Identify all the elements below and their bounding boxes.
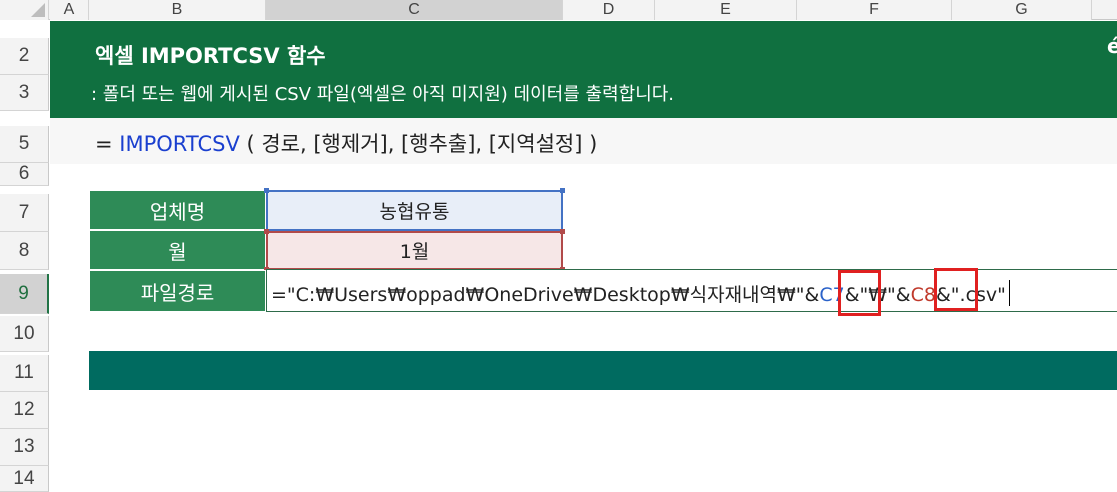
row-header-13[interactable]: 13 xyxy=(0,429,49,466)
decorative-bar xyxy=(89,351,1117,390)
row-header-8[interactable]: 8 xyxy=(0,232,49,270)
syntax-prefix: = xyxy=(95,132,120,156)
row-header-14[interactable]: 14 xyxy=(0,466,49,492)
column-header-b[interactable]: B xyxy=(89,0,266,20)
highlight-box-c8 xyxy=(934,268,978,311)
syntax-function-name: IMPORTCSV xyxy=(119,132,240,156)
function-syntax: = IMPORTCSV ( 경로, [행제거], [행추출], [지역설정] ) xyxy=(95,128,597,158)
column-header-c[interactable]: C xyxy=(266,0,563,20)
row-header-12[interactable]: 12 xyxy=(0,392,49,429)
row-header-7[interactable]: 7 xyxy=(0,194,49,232)
formula-ref-c8: C8 xyxy=(910,284,936,306)
ref-handle-c7-tl[interactable] xyxy=(264,188,269,193)
highlight-box-c7 xyxy=(838,270,881,316)
label-cell-filepath[interactable]: 파일경로 xyxy=(89,270,266,312)
row-header-2[interactable]: 2 xyxy=(0,38,49,75)
select-all-triangle-icon xyxy=(31,3,45,17)
column-header-d[interactable]: D xyxy=(563,0,655,20)
ref-handle-c8-tl[interactable] xyxy=(264,229,269,234)
ref-handle-c7-tr[interactable] xyxy=(560,188,565,193)
row-header-3[interactable]: 3 xyxy=(0,75,49,111)
row-header-6[interactable]: 6 xyxy=(0,163,49,186)
column-header-f[interactable]: F xyxy=(797,0,952,20)
select-all-corner[interactable] xyxy=(0,0,49,20)
row-header-5[interactable]: 5 xyxy=(0,126,49,163)
formula-text[interactable]: ="C:₩Users₩oppad₩OneDrive₩Desktop₩식자재내역₩… xyxy=(271,280,1011,307)
row-header-10[interactable]: 10 xyxy=(0,316,49,352)
text-caret xyxy=(1008,280,1011,306)
column-header-e[interactable]: E xyxy=(655,0,797,20)
syntax-args: ( 경로, [행제거], [행추출], [지역설정] ) xyxy=(239,132,598,156)
clipped-edge-glyph: é xyxy=(1107,34,1117,58)
column-header-a[interactable]: A xyxy=(50,0,89,20)
label-cell-month[interactable]: 월 xyxy=(89,230,266,270)
label-cell-company[interactable]: 업체명 xyxy=(89,190,266,230)
formula-part-1: ="C:₩Users₩oppad₩OneDrive₩Desktop₩식자재내역₩… xyxy=(271,284,820,306)
month-value-cell[interactable]: 1월 xyxy=(266,231,563,270)
row-header-11[interactable]: 11 xyxy=(0,355,49,392)
page-title: 엑셀 IMPORTCSV 함수 xyxy=(95,44,326,68)
company-value-cell[interactable]: 농협유통 xyxy=(266,190,563,231)
row-header-9[interactable]: 9 xyxy=(0,274,49,314)
column-header-g[interactable]: G xyxy=(952,0,1092,20)
ref-handle-c8-tr[interactable] xyxy=(560,229,565,234)
page-subtitle: : 폴더 또는 웹에 게시된 CSV 파일(엑셀은 아직 미지원) 데이터를 출… xyxy=(91,84,675,105)
